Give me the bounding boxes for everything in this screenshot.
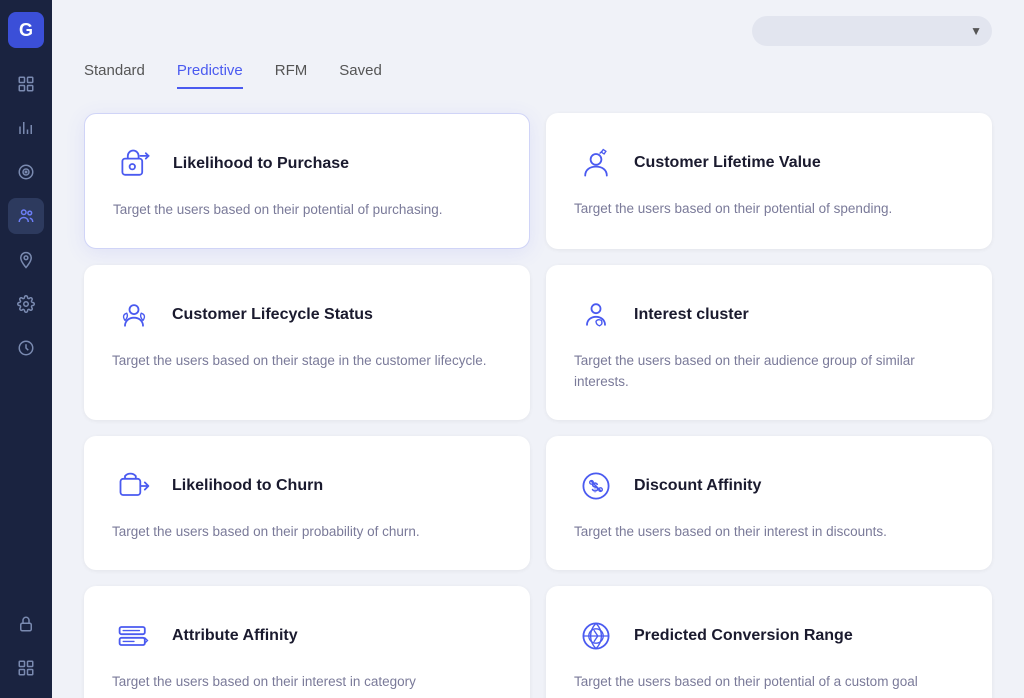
card-discount-affinity[interactable]: $ Discount Affinity Target the users bas… xyxy=(546,436,992,570)
header-dropdown[interactable]: ▼ xyxy=(752,16,992,46)
tab-standard[interactable]: Standard xyxy=(84,62,145,89)
card-title: Attribute Affinity xyxy=(172,627,298,645)
card-title: Likelihood to Churn xyxy=(172,477,323,495)
card-likelihood-to-churn[interactable]: Likelihood to Churn Target the users bas… xyxy=(84,436,530,570)
card-title: Customer Lifetime Value xyxy=(634,154,821,172)
card-title: Discount Affinity xyxy=(634,477,761,495)
tab-rfm[interactable]: RFM xyxy=(275,62,308,89)
app-logo[interactable]: G xyxy=(8,12,44,48)
card-customer-lifetime-value[interactable]: Customer Lifetime Value Target the users… xyxy=(546,113,992,249)
main-content: ▼ Standard Predictive RFM Saved xyxy=(52,0,1024,698)
card-title: Predicted Conversion Range xyxy=(634,627,853,645)
tab-bar: Standard Predictive RFM Saved xyxy=(52,46,1024,89)
tab-predictive[interactable]: Predictive xyxy=(177,62,243,89)
users-icon[interactable] xyxy=(8,198,44,234)
clock-icon[interactable] xyxy=(8,330,44,366)
card-attribute-affinity[interactable]: Attribute Affinity Target the users base… xyxy=(84,586,530,698)
card-predicted-conversion-range[interactable]: Predicted Conversion Range Target the us… xyxy=(546,586,992,698)
card-desc: Target the users based on their potentia… xyxy=(574,199,964,219)
card-title: Interest cluster xyxy=(634,306,749,324)
content-area: Likelihood to Purchase Target the users … xyxy=(52,89,1024,698)
header: ▼ xyxy=(52,0,1024,46)
lifetime-icon xyxy=(574,141,618,185)
card-title: Likelihood to Purchase xyxy=(173,155,349,173)
purchase-icon xyxy=(113,142,157,186)
card-desc: Target the users based on their potentia… xyxy=(574,672,964,692)
churn-icon xyxy=(112,464,156,508)
card-desc: Target the users based on their interest… xyxy=(574,522,964,542)
tab-saved[interactable]: Saved xyxy=(339,62,382,89)
card-title: Customer Lifecycle Status xyxy=(172,306,373,324)
interest-icon xyxy=(574,293,618,337)
card-desc: Target the users based on their probabil… xyxy=(112,522,502,542)
card-desc: Target the users based on their potentia… xyxy=(113,200,501,220)
lifecycle-icon xyxy=(112,293,156,337)
grid-icon[interactable] xyxy=(8,650,44,686)
discount-icon: $ xyxy=(574,464,618,508)
card-likelihood-to-purchase[interactable]: Likelihood to Purchase Target the users … xyxy=(84,113,530,249)
card-interest-cluster[interactable]: Interest cluster Target the users based … xyxy=(546,265,992,420)
card-desc: Target the users based on their audience… xyxy=(574,351,964,392)
card-customer-lifecycle-status[interactable]: Customer Lifecycle Status Target the use… xyxy=(84,265,530,420)
cards-grid: Likelihood to Purchase Target the users … xyxy=(84,113,992,698)
card-desc: Target the users based on their stage in… xyxy=(112,351,502,371)
attribute-icon xyxy=(112,614,156,658)
settings-icon[interactable] xyxy=(8,286,44,322)
chart-icon[interactable] xyxy=(8,110,44,146)
lock-icon[interactable] xyxy=(8,606,44,642)
target-icon[interactable] xyxy=(8,154,44,190)
conversion-icon xyxy=(574,614,618,658)
home-icon[interactable] xyxy=(8,66,44,102)
location-icon[interactable] xyxy=(8,242,44,278)
sidebar: G xyxy=(0,0,52,698)
chevron-down-icon: ▼ xyxy=(970,24,982,38)
card-desc: Target the users based on their interest… xyxy=(112,672,502,692)
